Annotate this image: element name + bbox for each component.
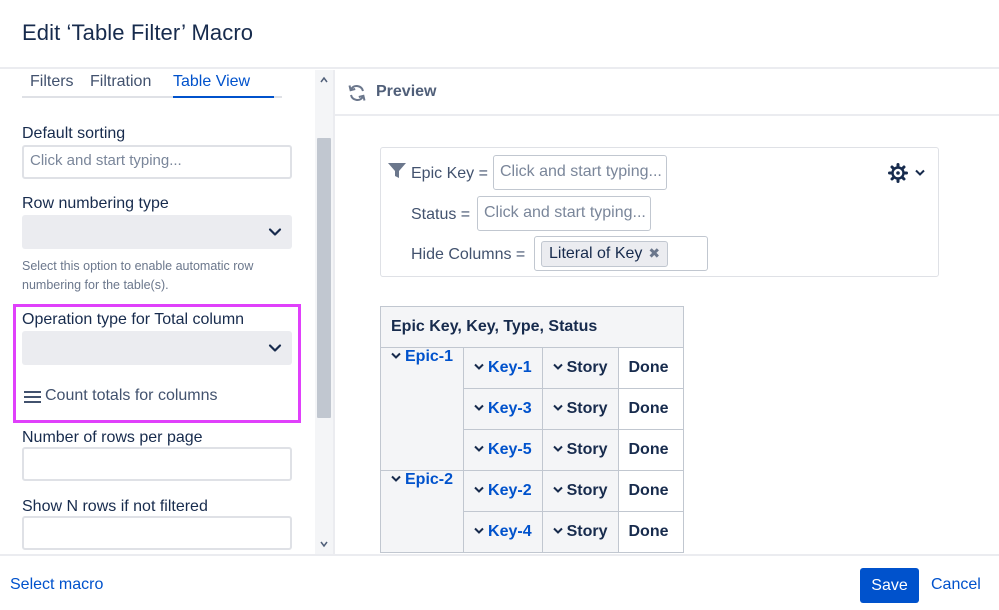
type-cell: Story (542, 348, 618, 389)
preview-table: Epic Key, Key, Type, Status Epic-1 Key-1… (380, 306, 684, 553)
save-button[interactable]: Save (860, 568, 919, 603)
expand-chevron-icon[interactable] (474, 486, 484, 494)
status-cell: Done (618, 512, 683, 553)
type-value: Story (567, 359, 608, 376)
chevron-down-icon[interactable] (915, 169, 925, 177)
tab-table-view[interactable]: Table View (173, 73, 250, 91)
filter-settings-menu[interactable] (888, 163, 928, 183)
show-n-rows-label: Show N rows if not filtered (22, 498, 208, 516)
epic-key-filter-label: Epic Key = (411, 165, 488, 183)
key-link[interactable]: Key-5 (488, 441, 532, 458)
settings-scrollbar[interactable] (315, 70, 333, 554)
active-tab-indicator (173, 96, 274, 98)
filter-funnel-icon (387, 162, 407, 180)
tab-filtration[interactable]: Filtration (90, 73, 151, 91)
table-row: Epic-1 Key-1 Story Done (381, 348, 684, 389)
row-numbering-label: Row numbering type (22, 195, 169, 213)
key-link[interactable]: Key-2 (488, 482, 532, 499)
panel-divider (333, 70, 335, 554)
refresh-icon[interactable] (347, 83, 367, 103)
expand-chevron-icon[interactable] (474, 404, 484, 412)
status-cell: Done (618, 430, 683, 471)
epic-cell[interactable]: Epic-2 (381, 471, 464, 553)
remove-tag-icon[interactable]: ✖ (648, 245, 660, 262)
highlight-frame (13, 304, 301, 423)
status-filter-label: Status = (411, 206, 470, 224)
rows-per-page-input[interactable] (22, 447, 292, 481)
expand-chevron-icon[interactable] (553, 486, 563, 494)
tab-filters[interactable]: Filters (30, 73, 74, 91)
key-cell[interactable]: Key-1 (464, 348, 543, 389)
settings-panel: Filters Filtration Table View Default so… (0, 70, 334, 554)
type-cell: Story (542, 512, 618, 553)
default-sorting-input[interactable]: Click and start typing... (22, 145, 292, 179)
epic-key-filter-input[interactable]: Click and start typing... (493, 155, 667, 190)
type-cell: Story (542, 389, 618, 430)
tab-bar: Filters Filtration Table View (22, 70, 282, 98)
cancel-button[interactable]: Cancel (931, 576, 981, 594)
type-cell: Story (542, 471, 618, 512)
status-cell: Done (618, 471, 683, 512)
key-cell[interactable]: Key-5 (464, 430, 543, 471)
key-cell[interactable]: Key-3 (464, 389, 543, 430)
type-value: Story (567, 400, 608, 417)
tag-label: Literal of Key (549, 245, 642, 262)
key-link[interactable]: Key-4 (488, 523, 532, 540)
hide-columns-filter-label: Hide Columns = (411, 246, 525, 264)
scroll-up-arrow-icon[interactable] (320, 76, 328, 84)
key-cell[interactable]: Key-2 (464, 471, 543, 512)
status-cell: Done (618, 389, 683, 430)
type-cell: Story (542, 430, 618, 471)
key-cell[interactable]: Key-4 (464, 512, 543, 553)
status-filter-input[interactable]: Click and start typing... (477, 196, 651, 231)
expand-chevron-icon[interactable] (391, 475, 401, 483)
dialog-header: Edit ‘Table Filter’ Macro (0, 0, 999, 69)
epic-link[interactable]: Epic-2 (405, 471, 453, 488)
status-cell: Done (618, 348, 683, 389)
expand-chevron-icon[interactable] (474, 445, 484, 453)
type-value: Story (567, 482, 608, 499)
expand-chevron-icon[interactable] (553, 527, 563, 535)
expand-chevron-icon[interactable] (391, 352, 401, 360)
chevron-down-icon (267, 224, 283, 240)
hide-columns-tag[interactable]: Literal of Key ✖ (541, 241, 668, 267)
show-n-rows-input[interactable] (22, 516, 292, 550)
preview-header: Preview (335, 70, 999, 116)
epic-link[interactable]: Epic-1 (405, 348, 453, 365)
type-value: Story (567, 523, 608, 540)
scrollbar-thumb[interactable] (317, 138, 331, 418)
key-link[interactable]: Key-3 (488, 400, 532, 417)
expand-chevron-icon[interactable] (474, 363, 484, 371)
type-value: Story (567, 441, 608, 458)
default-sorting-label: Default sorting (22, 125, 125, 143)
preview-title: Preview (376, 83, 436, 101)
select-macro-link[interactable]: Select macro (10, 576, 103, 594)
row-numbering-select[interactable] (22, 215, 292, 249)
epic-cell[interactable]: Epic-1 (381, 348, 464, 471)
rows-per-page-label: Number of rows per page (22, 429, 203, 447)
dialog-footer: Select macro Save Cancel (0, 554, 999, 610)
key-link[interactable]: Key-1 (488, 359, 532, 376)
gear-icon[interactable] (888, 163, 908, 183)
dialog-title: Edit ‘Table Filter’ Macro (22, 20, 253, 46)
table-header: Epic Key, Key, Type, Status (381, 307, 684, 348)
table-row: Epic-2 Key-2 Story Done (381, 471, 684, 512)
expand-chevron-icon[interactable] (553, 404, 563, 412)
expand-chevron-icon[interactable] (474, 527, 484, 535)
expand-chevron-icon[interactable] (553, 445, 563, 453)
scroll-down-arrow-icon[interactable] (320, 540, 328, 548)
expand-chevron-icon[interactable] (553, 363, 563, 371)
row-numbering-helper: Select this option to enable automatic r… (22, 257, 297, 295)
